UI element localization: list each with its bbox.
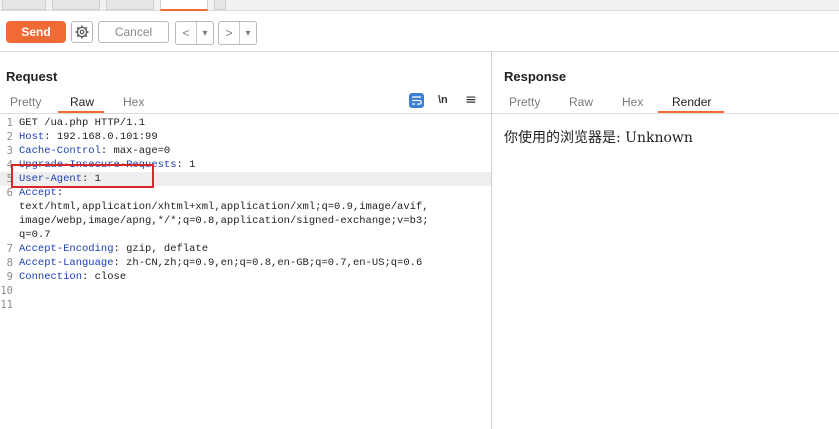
line-text: Connection: close (19, 271, 127, 283)
response-tab-hex[interactable]: Hex (622, 95, 643, 109)
editor-line-wrapped: image/webp,image/apng,*/*;q=0.8,applicat… (0, 214, 491, 228)
pane-divider[interactable] (491, 52, 492, 429)
editor-line: 11 (0, 298, 491, 312)
toolbar: Send Cancel < ▾ > ▾ (0, 11, 839, 52)
gear-icon (75, 25, 89, 39)
back-button[interactable]: < (176, 22, 196, 44)
line-text: GET /ua.php HTTP/1.1 (19, 117, 146, 129)
response-tab-raw[interactable]: Raw (569, 95, 593, 109)
line-number: 6 (6, 187, 13, 199)
response-tab-separator (492, 113, 839, 114)
tab-stub-active[interactable] (160, 0, 208, 11)
forward-history-dropdown[interactable]: ▾ (240, 22, 256, 44)
line-text: text/html,application/xhtml+xml,applicat… (19, 201, 429, 213)
editor-line: 2 Host: 192.168.0.101:99 (0, 130, 491, 144)
forward-nav-group: > ▾ (218, 21, 257, 45)
request-tab-pretty[interactable]: Pretty (10, 95, 41, 109)
editor-line: 10 (0, 284, 491, 298)
line-text: Accept: (19, 187, 64, 199)
response-tab-pretty[interactable]: Pretty (509, 95, 540, 109)
back-nav-group: < ▾ (175, 21, 214, 45)
hamburger-menu-icon[interactable]: ≡ (465, 92, 477, 108)
editor-line: 8 Accept-Language: zh-CN,zh;q=0.9,en;q=0… (0, 256, 491, 270)
response-tab-render[interactable]: Render (672, 95, 711, 109)
line-text: image/webp,image/apng,*/*;q=0.8,applicat… (19, 215, 429, 227)
editor-line: 7 Accept-Encoding: gzip, deflate (0, 242, 491, 256)
line-number: 11 (0, 299, 13, 311)
line-text: q=0.7 (19, 229, 51, 241)
back-history-dropdown[interactable]: ▾ (197, 22, 213, 44)
line-text: Accept-Language: zh-CN,zh;q=0.9,en;q=0.8… (19, 257, 423, 269)
editor-line: 3 Cache-Control: max-age=0 (0, 144, 491, 158)
wrap-lines-glyph (412, 96, 422, 105)
line-number: 8 (6, 257, 13, 269)
tab-stub[interactable] (52, 0, 100, 10)
cancel-button[interactable]: Cancel (98, 21, 169, 43)
line-text: Accept-Encoding: gzip, deflate (19, 243, 209, 255)
response-pane-title: Response (504, 69, 567, 84)
settings-button[interactable] (71, 21, 93, 43)
request-tab-raw[interactable]: Raw (70, 95, 94, 109)
tab-stub[interactable] (214, 0, 226, 10)
editor-line-wrapped: text/html,application/xhtml+xml,applicat… (0, 200, 491, 214)
line-text: Host: 192.168.0.101:99 (19, 131, 158, 143)
request-pane-title: Request (6, 69, 58, 84)
editor-line-wrapped: q=0.7 (0, 228, 491, 242)
editor-line: 9 Connection: close (0, 270, 491, 284)
line-number: 10 (0, 285, 13, 297)
user-agent-highlight-box (11, 164, 154, 188)
top-tab-strip (0, 0, 839, 11)
forward-button[interactable]: > (219, 22, 239, 44)
line-number: 7 (6, 243, 13, 255)
request-tab-hex[interactable]: Hex (123, 95, 144, 109)
tab-stub[interactable] (2, 0, 46, 10)
wrap-lines-icon[interactable] (409, 93, 424, 108)
editor-line: 1 GET /ua.php HTTP/1.1 (0, 116, 491, 130)
newline-toggle-icon[interactable]: \n (438, 94, 448, 106)
rendered-response-text: 你使用的浏览器是: Unknown (504, 130, 693, 146)
request-tab-separator (0, 113, 491, 114)
line-number: 2 (6, 131, 13, 143)
line-text: Cache-Control: max-age=0 (19, 145, 171, 157)
send-button[interactable]: Send (6, 21, 66, 43)
tab-stub[interactable] (106, 0, 154, 10)
editor-line: 6 Accept: (0, 186, 491, 200)
line-number: 3 (6, 145, 13, 157)
line-number: 9 (6, 271, 13, 283)
line-number: 1 (6, 117, 13, 129)
